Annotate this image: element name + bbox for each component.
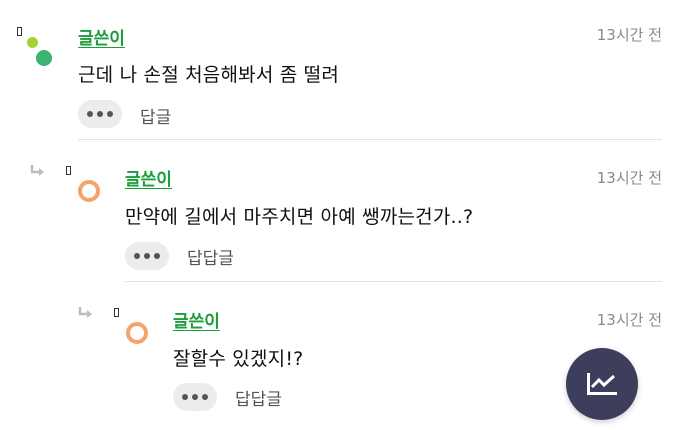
comment-text: 근데 나 손절 처음해봐서 좀 떨려: [78, 64, 340, 86]
comment-author-link[interactable]: 글쓴이: [173, 307, 220, 332]
more-options-button[interactable]: [173, 383, 217, 411]
avatar-orange-ring-icon: [78, 180, 100, 202]
trending-fab-button[interactable]: [566, 348, 638, 420]
reply-button[interactable]: 답글: [140, 103, 171, 128]
checkbox-marker-icon: [17, 27, 22, 36]
comment-author-link[interactable]: 글쓴이: [78, 24, 125, 49]
reply-arrow-icon: [78, 307, 92, 318]
comment-text: 만약에 길에서 마주치면 아예 쌩까는건가..?: [125, 206, 474, 228]
reply-button[interactable]: 답답글: [235, 385, 282, 410]
more-dot-icon: [134, 253, 140, 259]
comment-author-link[interactable]: 글쓴이: [125, 165, 172, 190]
more-dot-icon: [192, 394, 198, 400]
checkbox-marker-icon: [66, 166, 71, 175]
comment-timestamp: 13시간 전: [596, 26, 662, 44]
avatar-green-dot-icon: [36, 50, 52, 66]
avatar-orange-ring-icon: [126, 322, 148, 344]
comment-timestamp: 13시간 전: [596, 169, 662, 187]
more-options-button[interactable]: [125, 242, 169, 270]
reply-arrow-icon: [30, 165, 44, 176]
more-dot-icon: [182, 394, 188, 400]
reply-button[interactable]: 답답글: [187, 244, 234, 269]
comment-item: 글쓴이 13시간 전 근데 나 손절 처음해봐서 좀 떨려 답글: [0, 0, 678, 140]
trending-chart-icon: [587, 373, 617, 395]
comment-divider: [125, 281, 662, 282]
avatar-lime-dot-icon: [27, 37, 38, 48]
more-dot-icon: [154, 253, 160, 259]
comment-divider: [78, 139, 662, 140]
more-dot-icon: [202, 394, 208, 400]
checkbox-marker-icon: [114, 308, 119, 317]
comment-text: 잘할수 있겠지!?: [173, 348, 304, 370]
more-dot-icon: [107, 111, 113, 117]
more-dot-icon: [87, 111, 93, 117]
more-options-button[interactable]: [78, 100, 122, 128]
comment-timestamp: 13시간 전: [596, 311, 662, 329]
more-dot-icon: [144, 253, 150, 259]
reply-comment-item: 글쓴이 13시간 전 만약에 길에서 마주치면 아예 쌩까는건가..? 답답글: [0, 141, 678, 282]
more-dot-icon: [97, 111, 103, 117]
